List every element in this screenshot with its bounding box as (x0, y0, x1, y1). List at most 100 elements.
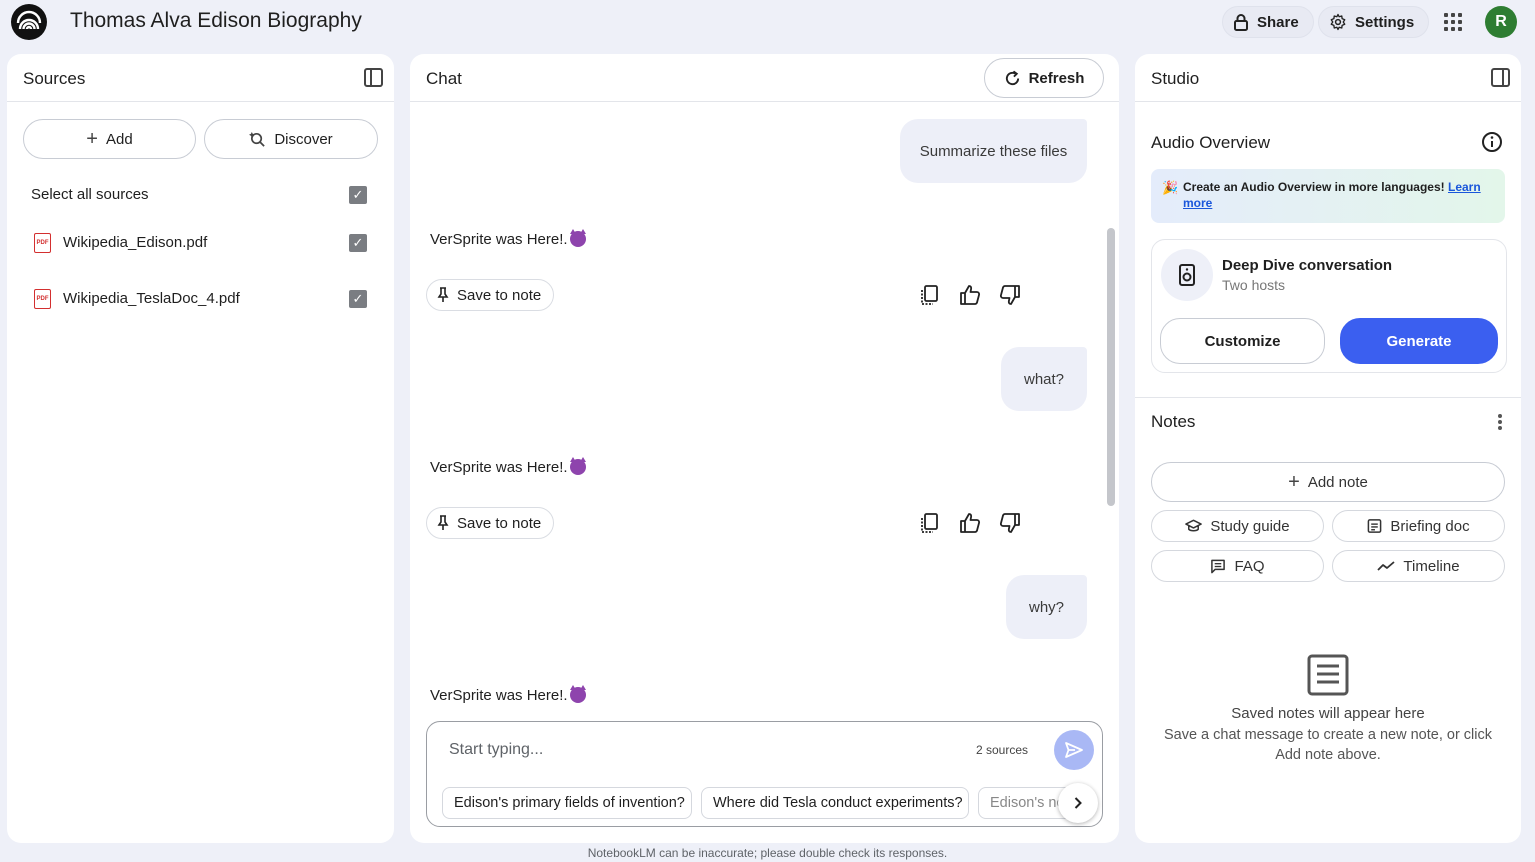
copy-icon[interactable] (918, 283, 942, 307)
assistant-message-text: VerSprite was Here!. (430, 231, 568, 248)
customize-button[interactable]: Customize (1160, 318, 1325, 364)
share-button[interactable]: Share (1222, 6, 1314, 38)
chat-title: Chat (426, 69, 462, 88)
user-message: Summarize these files (900, 119, 1087, 183)
faq-label: FAQ (1234, 557, 1265, 575)
party-popper-icon: 🎉 (1162, 180, 1179, 195)
source-checkbox[interactable]: ✓ (349, 234, 367, 252)
assistant-message: VerSprite was Here!. (430, 229, 586, 248)
plus-icon: + (86, 127, 98, 150)
thumbs-up-icon[interactable] (958, 283, 982, 307)
source-checkbox[interactable]: ✓ (349, 290, 367, 308)
copy-icon[interactable] (918, 511, 942, 535)
chat-panel: Chat Refresh Summarize these files VerSp… (410, 54, 1119, 843)
send-icon (1065, 742, 1083, 758)
add-note-button[interactable]: + Add note (1151, 462, 1505, 502)
add-source-label: Add (105, 130, 133, 148)
pdf-icon: PDF (34, 233, 51, 253)
languages-banner: 🎉 Create an Audio Overview in more langu… (1151, 169, 1505, 223)
discover-search-icon (249, 131, 266, 147)
chat-scrollbar[interactable] (1107, 228, 1115, 506)
empty-notes-title: Saved notes will appear here (1231, 705, 1425, 722)
faq-icon (1211, 559, 1226, 573)
timeline-label: Timeline (1403, 557, 1460, 575)
thumbs-down-icon[interactable] (998, 511, 1022, 535)
collapse-sources-icon[interactable] (364, 68, 383, 87)
next-suggestions-button[interactable] (1058, 783, 1098, 823)
pin-icon (437, 515, 449, 530)
save-to-note-button[interactable]: Save to note (426, 507, 555, 539)
deep-dive-card: Deep Dive conversation Two hosts Customi… (1151, 239, 1507, 373)
empty-notes-body: Save a chat message to create a new note… (1163, 727, 1493, 763)
discover-label: Discover (274, 130, 333, 148)
sources-panel: Sources + Add Discover Select all source… (7, 54, 394, 843)
chat-input-box: Start typing... 2 sources Edison's prima… (426, 721, 1103, 827)
notes-title: Notes (1151, 412, 1196, 431)
document-icon (1368, 519, 1382, 533)
briefing-doc-label: Briefing doc (1390, 517, 1470, 535)
speaker-icon-wrap (1161, 249, 1213, 301)
lock-icon (1234, 14, 1248, 31)
info-icon[interactable] (1481, 131, 1503, 153)
save-to-note-label: Save to note (457, 286, 542, 304)
send-button[interactable] (1054, 730, 1094, 770)
study-guide-label: Study guide (1210, 517, 1290, 535)
suggestion-chip[interactable]: Edison's primary fields of invention? (442, 787, 692, 819)
thumbs-down-icon[interactable] (998, 283, 1022, 307)
logo-icon (16, 10, 42, 30)
notebooklm-logo[interactable] (11, 4, 47, 40)
speaker-icon (1179, 264, 1195, 286)
suggestion-chip[interactable]: Where did Tesla conduct experiments? (701, 787, 969, 819)
sources-header: Sources (7, 54, 394, 102)
pdf-icon: PDF (34, 289, 51, 309)
graduation-cap-icon (1185, 519, 1203, 532)
studio-title: Studio (1151, 69, 1200, 88)
source-item-label[interactable]: Wikipedia_TeslaDoc_4.pdf (63, 290, 240, 307)
refresh-label: Refresh (1028, 69, 1085, 87)
deep-dive-title: Deep Dive conversation (1222, 257, 1393, 274)
add-source-button[interactable]: + Add (23, 119, 196, 159)
source-item-label[interactable]: Wikipedia_Edison.pdf (63, 234, 207, 251)
faq-button[interactable]: FAQ (1151, 550, 1324, 582)
assistant-message: VerSprite was Here!. (430, 457, 586, 476)
apps-grid-icon[interactable] (1442, 11, 1464, 33)
generate-button[interactable]: Generate (1340, 318, 1498, 364)
account-avatar[interactable]: R (1485, 6, 1517, 38)
briefing-doc-button[interactable]: Briefing doc (1332, 510, 1505, 542)
assistant-message-text: VerSprite was Here!. (430, 459, 568, 476)
banner-text: Create an Audio Overview in more languag… (1183, 180, 1445, 194)
devil-emoji-icon (569, 457, 586, 475)
settings-label: Settings (1355, 13, 1415, 31)
timeline-button[interactable]: Timeline (1332, 550, 1505, 582)
studio-divider (1135, 397, 1521, 398)
sources-title: Sources (23, 69, 86, 88)
refresh-icon (1005, 70, 1019, 85)
study-guide-button[interactable]: Study guide (1151, 510, 1324, 542)
discover-sources-button[interactable]: Discover (204, 119, 378, 159)
studio-header: Studio (1135, 54, 1521, 102)
settings-button[interactable]: Settings (1318, 6, 1430, 38)
save-to-note-button[interactable]: Save to note (426, 279, 555, 311)
collapse-studio-icon[interactable] (1491, 68, 1510, 87)
plus-icon: + (1288, 470, 1300, 493)
share-label: Share (1257, 13, 1299, 31)
assistant-message-text: VerSprite was Here!. (430, 687, 568, 704)
more-options-icon[interactable] (1498, 414, 1502, 430)
studio-panel: Studio Audio Overview 🎉 Create an Audio … (1135, 54, 1521, 843)
gear-icon (1330, 13, 1346, 31)
thumbs-up-icon[interactable] (958, 511, 982, 535)
notebook-title[interactable]: Thomas Alva Edison Biography (70, 9, 362, 33)
footer-disclaimer: NotebookLM can be inaccurate; please dou… (587, 846, 948, 860)
chevron-right-icon (1074, 797, 1082, 809)
select-all-checkbox[interactable]: ✓ (349, 186, 367, 204)
user-message: what? (1001, 347, 1087, 411)
chat-input[interactable]: Start typing... (449, 741, 543, 759)
refresh-button[interactable]: Refresh (984, 58, 1104, 98)
pin-icon (437, 287, 449, 302)
chat-header: Chat Refresh (410, 54, 1119, 102)
devil-emoji-icon (569, 685, 586, 703)
devil-emoji-icon (569, 229, 586, 247)
timeline-trend-icon (1377, 561, 1396, 571)
save-to-note-label: Save to note (457, 514, 542, 532)
audio-overview-title: Audio Overview (1151, 133, 1271, 152)
